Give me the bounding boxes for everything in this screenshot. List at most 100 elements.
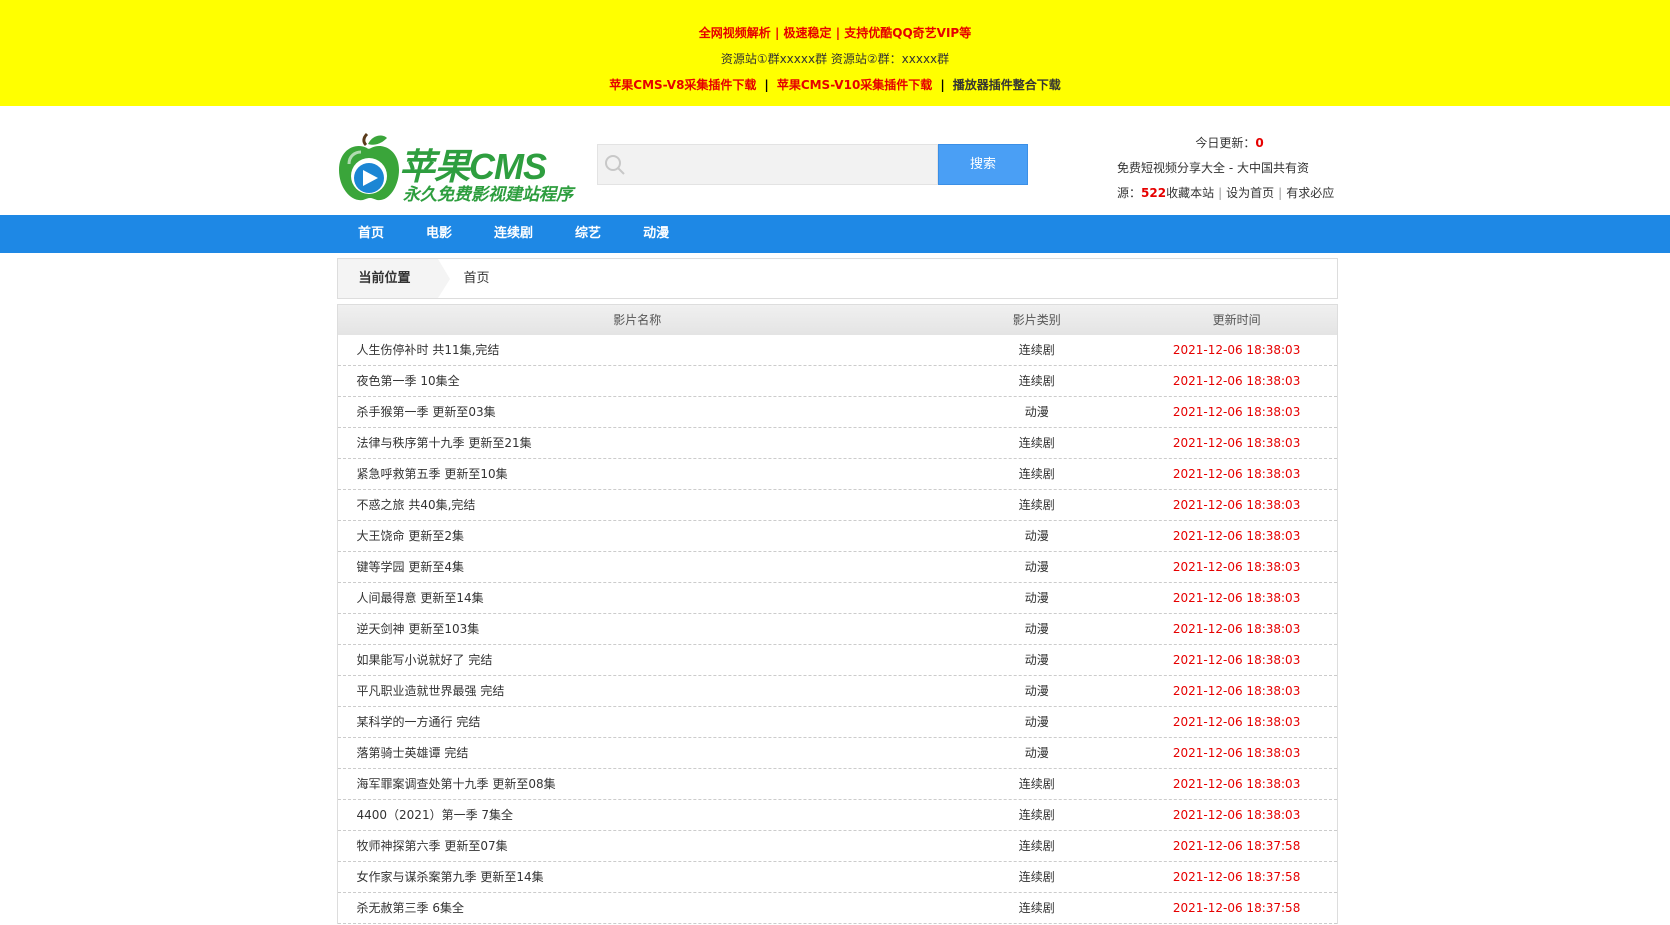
table-row[interactable]: 杀无赦第三季 6集全 连续剧 2021-12-06 18:37:58	[337, 893, 1337, 924]
update-time: 2021-12-06 18:38:03	[1172, 436, 1301, 450]
table-row[interactable]: 杀手猴第一季 更新至03集 动漫 2021-12-06 18:38:03	[337, 397, 1337, 428]
group-info: 资源站①群xxxxx群 资源站②群：xxxxx群	[720, 52, 950, 66]
video-category[interactable]: 动漫	[937, 583, 1137, 613]
nav-item-anime[interactable]: 动漫	[622, 215, 690, 253]
update-time: 2021-12-06 18:38:03	[1172, 591, 1301, 605]
video-category[interactable]: 连续剧	[937, 831, 1137, 861]
video-category[interactable]: 连续剧	[937, 335, 1137, 365]
update-time: 2021-12-06 18:37:58	[1172, 839, 1301, 853]
table-row[interactable]: 人间最得意 更新至14集 动漫 2021-12-06 18:38:03	[337, 583, 1337, 614]
table-row[interactable]: 落第骑士英雄谭 完结 动漫 2021-12-06 18:38:03	[337, 738, 1337, 769]
site-stats: 今日更新：0 免费短视频分享大全 - 大中国共有资 源：522收藏本站 | 设为首页…	[1117, 131, 1337, 206]
video-category[interactable]: 动漫	[937, 552, 1137, 582]
nav-item-series[interactable]: 连续剧	[473, 215, 554, 253]
site-header: 苹果CMS 永久免费影视建站程序 搜索 今日更新：0 免费短视频分享大全 - 大…	[337, 106, 1337, 215]
video-category[interactable]: 动漫	[937, 521, 1137, 551]
video-category[interactable]: 动漫	[937, 738, 1137, 768]
resource-label: 源：	[1117, 186, 1142, 200]
video-title-link[interactable]: 杀手猴第一季 更新至03集	[338, 397, 937, 427]
video-category[interactable]: 动漫	[937, 645, 1137, 675]
video-title-link[interactable]: 不惑之旅 共40集,完结	[338, 490, 937, 520]
video-title-link[interactable]: 如果能写小说就好了 完结	[338, 645, 937, 675]
search-box	[597, 144, 938, 185]
video-category[interactable]: 连续剧	[937, 366, 1137, 396]
list-body: 人生伤停补时 共11集,完结 连续剧 2021-12-06 18:38:03 夜色第一…	[337, 335, 1337, 924]
table-row[interactable]: 逆天剑神 更新至103集 动漫 2021-12-06 18:38:03	[337, 614, 1337, 645]
update-time: 2021-12-06 18:38:03	[1172, 529, 1301, 543]
video-title-link[interactable]: 夜色第一季 10集全	[338, 366, 937, 396]
resource-count: 522	[1141, 186, 1167, 200]
breadcrumb-current[interactable]: 首页	[464, 259, 490, 298]
table-row[interactable]: 法律与秩序第十九季 更新至21集 连续剧 2021-12-06 18:38:03	[337, 428, 1337, 459]
plugin-links: 苹果CMS-V8采集插件下载 | 苹果CMS-V10采集插件下载 | 播放器插件整合下载	[0, 74, 1670, 96]
today-update-line: 今日更新：0	[1117, 131, 1337, 156]
video-title-link[interactable]: 4400（2021）第一季 7集全	[338, 800, 937, 830]
table-row[interactable]: 人生伤停补时 共11集,完结 连续剧 2021-12-06 18:38:03	[337, 335, 1337, 366]
nav-item-variety[interactable]: 综艺	[554, 215, 622, 253]
update-time: 2021-12-06 18:38:03	[1172, 746, 1301, 760]
top-announcement-bar: 全网视频解析 | 极速稳定 | 支持优酷QQ奇艺VIP等 资源站①群xxxxx群…	[0, 0, 1670, 106]
update-time: 2021-12-06 18:38:03	[1172, 560, 1301, 574]
set-homepage-link[interactable]: 设为首页	[1226, 186, 1274, 200]
bookmark-link[interactable]: 收藏本站	[1166, 186, 1214, 200]
video-category[interactable]: 连续剧	[937, 800, 1137, 830]
video-title-link[interactable]: 人间最得意 更新至14集	[338, 583, 937, 613]
video-category[interactable]: 连续剧	[937, 459, 1137, 489]
v8-plugin-link[interactable]: 苹果CMS-V8采集插件下载	[609, 78, 756, 92]
table-row[interactable]: 某科学的一方通行 完结 动漫 2021-12-06 18:38:03	[337, 707, 1337, 738]
resource-line: 源：522收藏本站 | 设为首页 | 有求必应	[1117, 181, 1337, 206]
table-row[interactable]: 平凡职业造就世界最强 完结 动漫 2021-12-06 18:38:03	[337, 676, 1337, 707]
video-title-link[interactable]: 落第骑士英雄谭 完结	[338, 738, 937, 768]
video-title-link[interactable]: 大王饶命 更新至2集	[338, 521, 937, 551]
video-title-link[interactable]: 逆天剑神 更新至103集	[338, 614, 937, 644]
video-title-link[interactable]: 法律与秩序第十九季 更新至21集	[338, 428, 937, 458]
table-row[interactable]: 不惑之旅 共40集,完结 连续剧 2021-12-06 18:38:03	[337, 490, 1337, 521]
video-category[interactable]: 动漫	[937, 397, 1137, 427]
video-category[interactable]: 连续剧	[937, 862, 1137, 892]
header-type: 影片类别	[1012, 313, 1061, 327]
table-row[interactable]: 女作家与谋杀案第九季 更新至14集 连续剧 2021-12-06 18:37:58	[337, 862, 1337, 893]
link-separator: |	[764, 78, 769, 92]
video-category[interactable]: 连续剧	[937, 769, 1137, 799]
video-title-link[interactable]: 紧急呼救第五季 更新至10集	[338, 459, 937, 489]
video-category[interactable]: 连续剧	[937, 893, 1137, 923]
table-row[interactable]: 夜色第一季 10集全 连续剧 2021-12-06 18:38:03	[337, 366, 1337, 397]
link-separator: |	[940, 78, 945, 92]
v10-plugin-link[interactable]: 苹果CMS-V10采集插件下载	[777, 78, 933, 92]
table-row[interactable]: 如果能写小说就好了 完结 动漫 2021-12-06 18:38:03	[337, 645, 1337, 676]
video-title-link[interactable]: 某科学的一方通行 完结	[338, 707, 937, 737]
table-row[interactable]: 牧师神探第六季 更新至07集 连续剧 2021-12-06 18:37:58	[337, 831, 1337, 862]
video-category[interactable]: 连续剧	[937, 490, 1137, 520]
update-time: 2021-12-06 18:38:03	[1172, 808, 1301, 822]
video-title-link[interactable]: 键等学园 更新至4集	[338, 552, 937, 582]
player-plugin-link[interactable]: 播放器插件整合下载	[953, 78, 1061, 92]
table-row[interactable]: 键等学园 更新至4集 动漫 2021-12-06 18:38:03	[337, 552, 1337, 583]
table-row[interactable]: 4400（2021）第一季 7集全 连续剧 2021-12-06 18:38:03	[337, 800, 1337, 831]
video-title-link[interactable]: 人生伤停补时 共11集,完结	[338, 335, 937, 365]
video-title-link[interactable]: 牧师神探第六季 更新至07集	[338, 831, 937, 861]
video-title-link[interactable]: 平凡职业造就世界最强 完结	[338, 676, 937, 706]
video-title-link[interactable]: 女作家与谋杀案第九季 更新至14集	[338, 862, 937, 892]
table-row[interactable]: 大王饶命 更新至2集 动漫 2021-12-06 18:38:03	[337, 521, 1337, 552]
search-button[interactable]: 搜索	[938, 144, 1028, 185]
list-header: 影片名称 影片类别 更新时间	[337, 305, 1337, 335]
video-list: 影片名称 影片类别 更新时间 人生伤停补时 共11集,完结 连续剧 2021-12-…	[336, 304, 1338, 924]
today-update-count: 0	[1255, 136, 1264, 150]
table-row[interactable]: 海军罪案调查处第十九季 更新至08集 连续剧 2021-12-06 18:38:03	[337, 769, 1337, 800]
table-row[interactable]: 紧急呼救第五季 更新至10集 连续剧 2021-12-06 18:38:03	[337, 459, 1337, 490]
video-category[interactable]: 连续剧	[937, 428, 1137, 458]
video-category[interactable]: 动漫	[937, 676, 1137, 706]
nav-item-home[interactable]: 首页	[337, 215, 405, 253]
update-time: 2021-12-06 18:38:03	[1172, 343, 1301, 357]
request-link[interactable]: 有求必应	[1286, 186, 1334, 200]
nav-item-movies[interactable]: 电影	[405, 215, 473, 253]
update-time: 2021-12-06 18:37:58	[1172, 870, 1301, 884]
video-category[interactable]: 动漫	[937, 707, 1137, 737]
update-time: 2021-12-06 18:38:03	[1172, 374, 1301, 388]
nav-items: 首页 电影 连续剧 综艺 动漫	[337, 215, 1337, 253]
site-logo[interactable]: 苹果CMS 永久免费影视建站程序	[337, 132, 577, 206]
video-title-link[interactable]: 海军罪案调查处第十九季 更新至08集	[338, 769, 937, 799]
search-input[interactable]	[632, 145, 932, 184]
video-category[interactable]: 动漫	[937, 614, 1137, 644]
video-title-link[interactable]: 杀无赦第三季 6集全	[338, 893, 937, 923]
